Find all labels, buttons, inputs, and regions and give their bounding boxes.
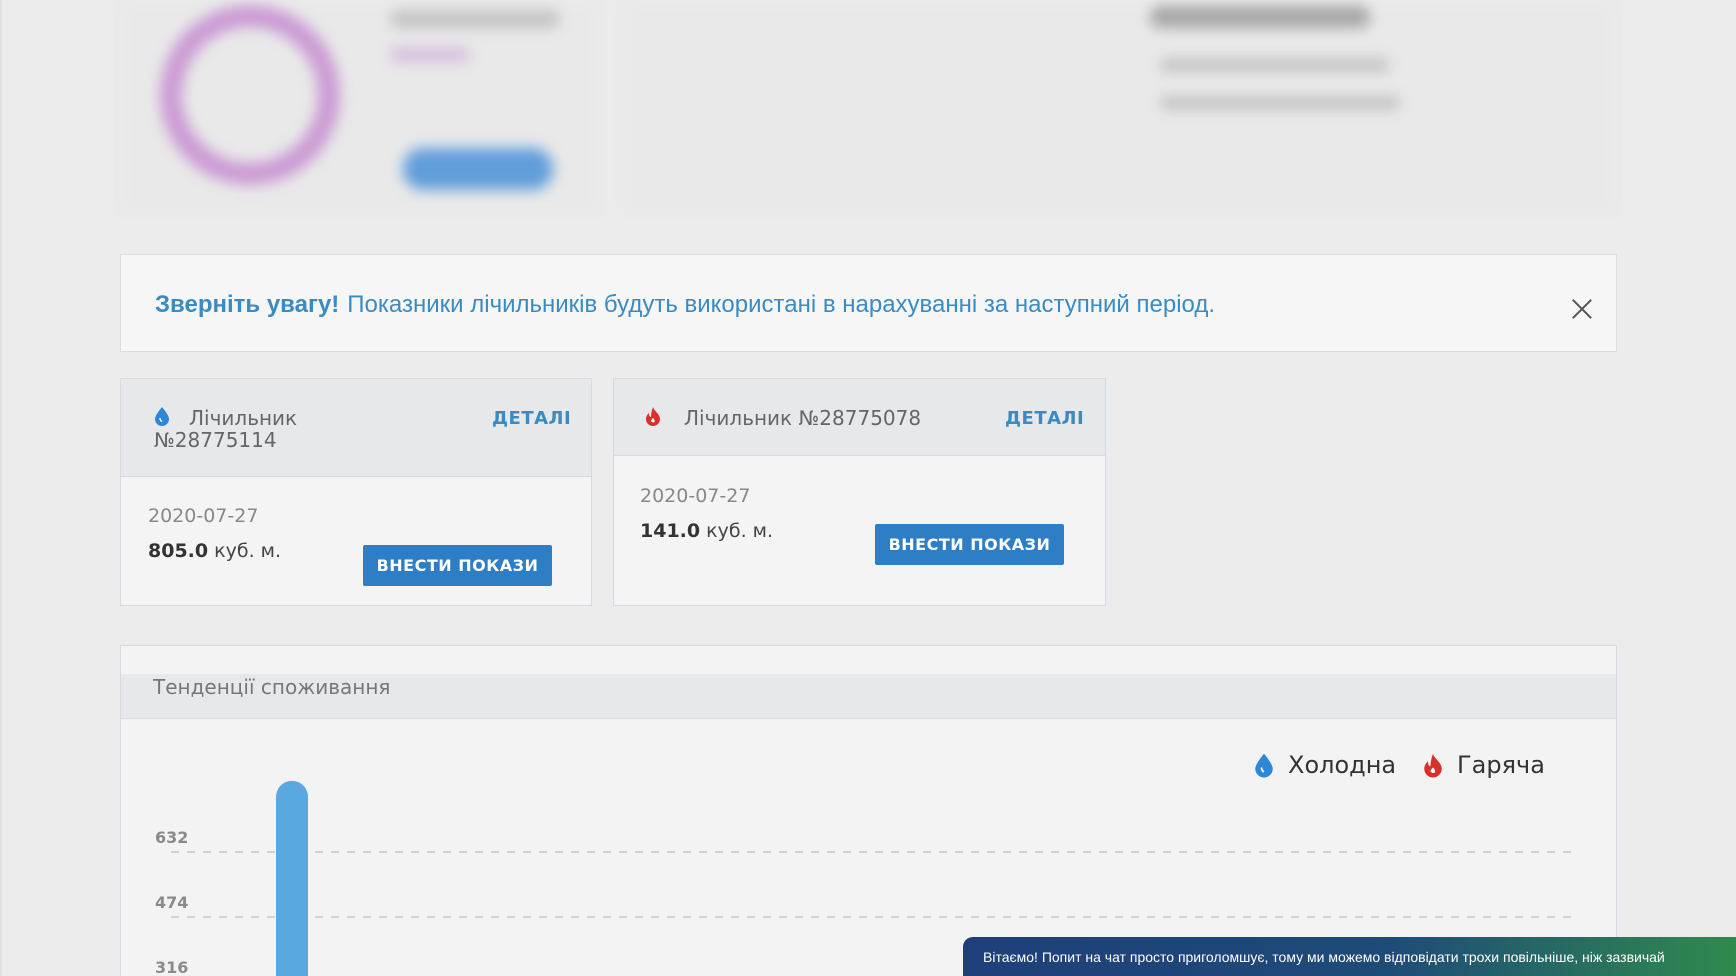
notice-alert: Зверніть увагу! Показники лічильників буд… — [120, 254, 1617, 352]
meter-card-header: Лічильник №28775078 ДЕТАЛІ — [614, 379, 1105, 456]
meter-unit: куб. м. — [706, 520, 774, 542]
submit-reading-button[interactable]: ВНЕСТИ ПОКАЗИ — [875, 524, 1064, 565]
blurred-dashboard-summary — [120, 0, 1616, 218]
details-link[interactable]: ДЕТАЛІ — [492, 408, 571, 429]
blurred-text-line — [1150, 6, 1370, 28]
page: Зверніть увагу! Показники лічильників буд… — [0, 0, 1736, 976]
alert-title: Зверніть увагу! — [155, 291, 340, 318]
meter-card-cold: Лічильник №28775114 ДЕТАЛІ 2020-07-27 80… — [120, 378, 592, 606]
blurred-text-line — [390, 10, 560, 28]
consumption-chart: 316 474 632 — [155, 780, 1576, 976]
chat-widget-bar[interactable]: Вітаємо! Попит на чат просто приголомшує… — [963, 937, 1736, 976]
consumption-trends-panel: Тенденції споживання Холодна Гаряча 316 4… — [120, 645, 1617, 976]
close-icon[interactable] — [1570, 297, 1594, 321]
meter-name: Лічильник №28775078 — [684, 406, 922, 430]
flame-icon — [646, 407, 660, 426]
blurred-text-line — [1160, 96, 1400, 110]
chart-bar-cold[interactable] — [276, 780, 308, 976]
meter-date: 2020-07-27 — [148, 505, 259, 527]
blurred-text-line — [1160, 58, 1390, 72]
alert-message: Показники лічильників будуть використані… — [347, 291, 1216, 318]
y-tick-label: 632 — [155, 828, 188, 847]
alert-text: Зверніть увагу! Показники лічильників буд… — [155, 291, 1215, 319]
page-left-border — [0, 0, 2, 976]
meter-value: 805.0 — [148, 540, 209, 562]
chat-message: Вітаємо! Попит на чат просто приголомшує… — [983, 948, 1665, 965]
blurred-button — [403, 148, 553, 190]
meter-reading: 805.0 куб. м. — [148, 540, 281, 562]
blurred-text-line — [390, 48, 470, 62]
blurred-donut-chart — [160, 5, 340, 185]
y-tick-label: 316 — [155, 958, 188, 976]
meter-reading: 141.0 куб. м. — [640, 520, 773, 542]
details-link[interactable]: ДЕТАЛІ — [1005, 408, 1084, 429]
meter-name: Лічильник №28775114 — [154, 406, 298, 452]
submit-reading-button[interactable]: ВНЕСТИ ПОКАЗИ — [363, 545, 552, 586]
meter-card-hot: Лічильник №28775078 ДЕТАЛІ 2020-07-27 14… — [613, 378, 1106, 606]
meter-value: 141.0 — [640, 520, 701, 542]
meter-date: 2020-07-27 — [640, 485, 751, 507]
meter-card-header: Лічильник №28775114 ДЕТАЛІ — [121, 379, 591, 477]
blurred-info-card — [620, 0, 1616, 215]
y-tick-label: 474 — [155, 893, 188, 912]
meter-unit: куб. м. — [214, 540, 282, 562]
